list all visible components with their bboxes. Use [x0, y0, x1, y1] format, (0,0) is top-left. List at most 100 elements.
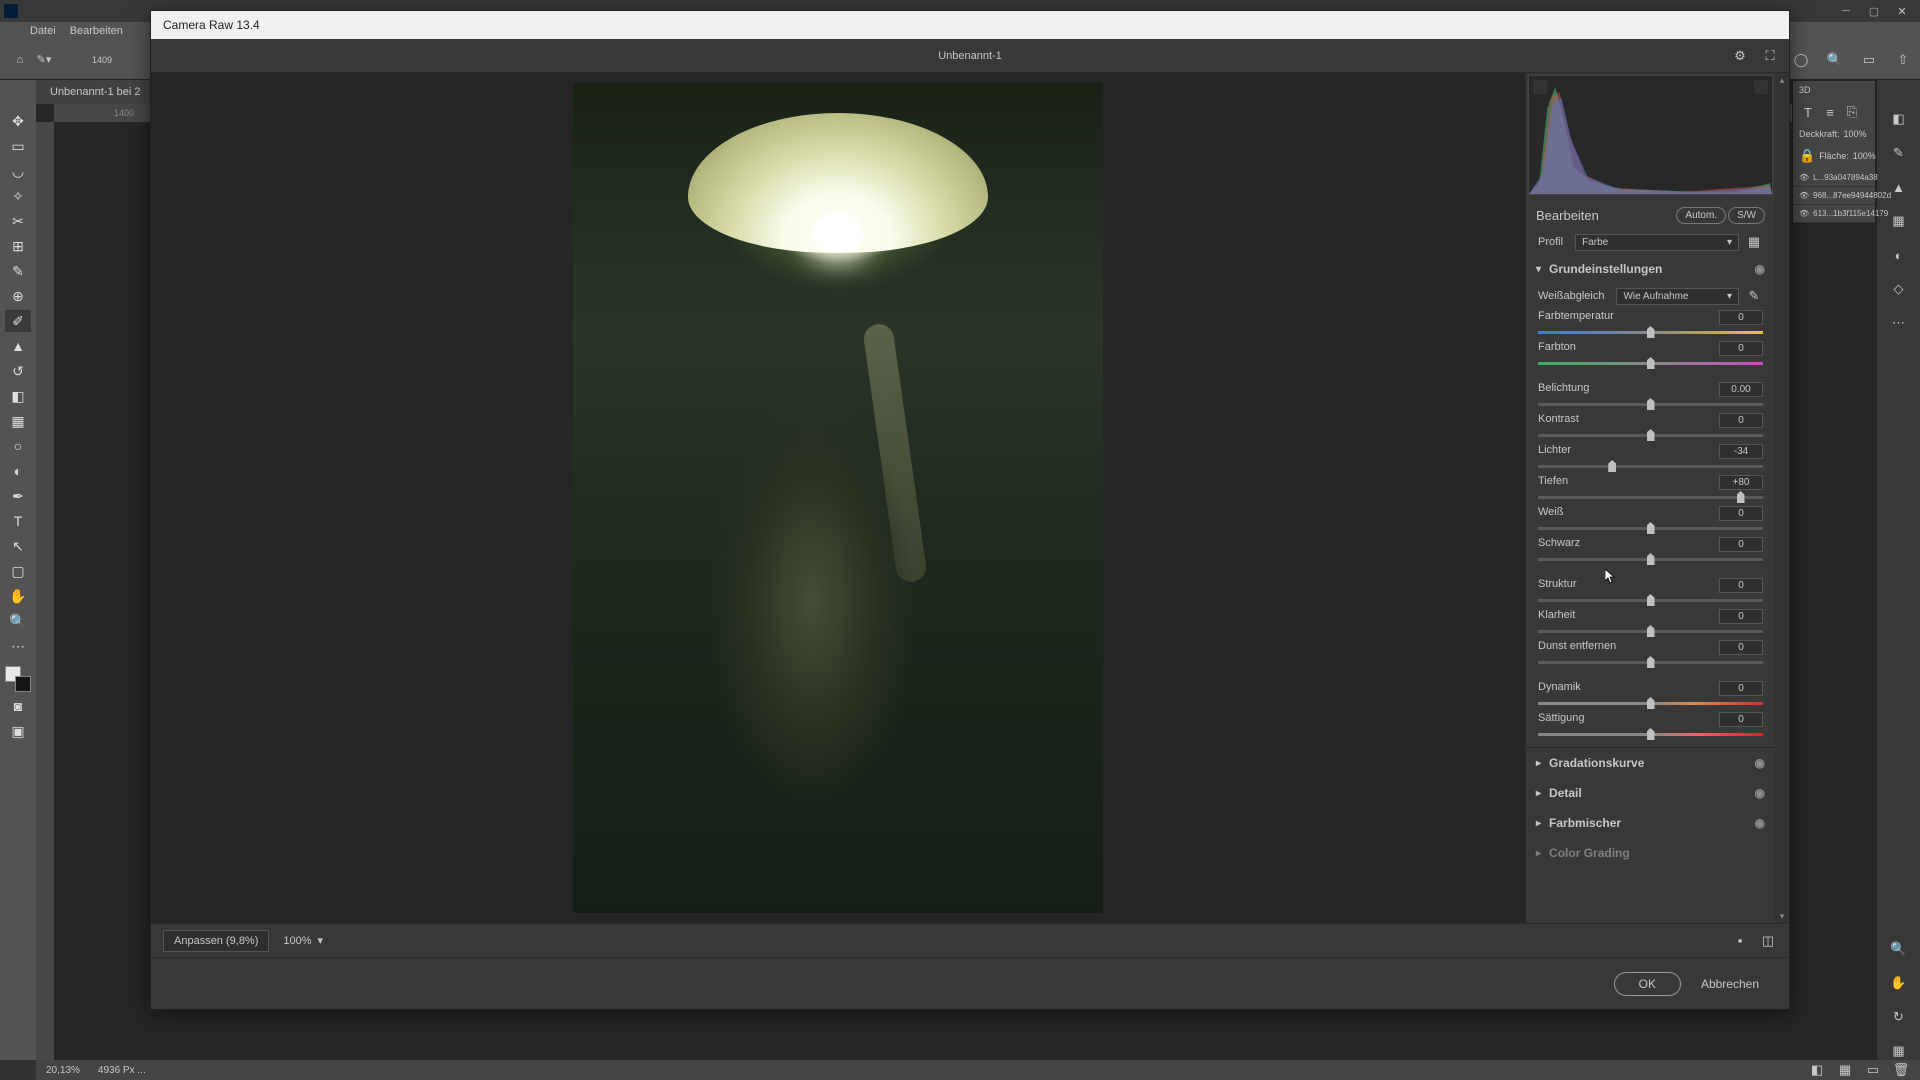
profile-browser-icon[interactable]: ▦ — [1745, 233, 1763, 251]
before-after-icon[interactable]: ◫ — [1759, 932, 1777, 950]
brush-tool[interactable]: ✐ — [5, 310, 31, 332]
zoom-level[interactable]: 100% — [283, 935, 311, 947]
menu-edit[interactable]: Bearbeiten — [70, 25, 123, 37]
section-visibility-icon[interactable]: ◉ — [1755, 786, 1765, 800]
status-icon[interactable]: 🗑 — [1892, 1061, 1910, 1079]
layer-item[interactable]: 👁613...1b3f115e14179 — [1793, 205, 1875, 223]
tool-preset-button[interactable]: ✎▾ — [32, 48, 56, 72]
blur-tool[interactable]: ○ — [5, 435, 31, 457]
hand-panel-icon[interactable]: ✋ — [1890, 974, 1908, 992]
edit-panel-scrollbar[interactable]: ▴ ▾ — [1775, 73, 1789, 923]
vibrance-slider[interactable]: Dynamik0 — [1526, 679, 1775, 710]
section-visibility-icon[interactable]: ◉ — [1755, 816, 1765, 830]
hand-tool[interactable]: ✋ — [5, 585, 31, 607]
dehaze-slider[interactable]: Dunst entfernen0 — [1526, 638, 1775, 669]
cloud-docs-icon[interactable]: ◯ — [1792, 51, 1810, 69]
search-icon[interactable]: 🔍 — [1826, 51, 1844, 69]
zoom-tool[interactable]: 🔍 — [5, 610, 31, 632]
quickmask-button[interactable]: ◙ — [5, 695, 31, 717]
window-close-button[interactable]: ✕ — [1888, 2, 1916, 20]
frame-tool[interactable]: ⊞ — [5, 235, 31, 257]
acr-prefs-icon[interactable]: ⚙ — [1731, 47, 1749, 65]
pen-tool[interactable]: ✒ — [5, 485, 31, 507]
status-zoom[interactable]: 20,13% — [46, 1065, 80, 1076]
grid-panel-icon[interactable]: ▦ — [1890, 1042, 1908, 1060]
whitebalance-dropdown[interactable]: Wie Aufnahme▾ — [1616, 288, 1739, 305]
crop-tool[interactable]: ✂ — [5, 210, 31, 232]
curve-section-header[interactable]: ▸ Gradationskurve ◉ — [1526, 748, 1775, 778]
bw-button[interactable]: S/W — [1728, 207, 1765, 224]
layers-panel-icon[interactable]: ▦ — [1890, 212, 1908, 230]
screenmode-button[interactable]: ▣ — [5, 720, 31, 742]
lasso-tool[interactable]: ◡ — [5, 160, 31, 182]
acr-preview-area[interactable] — [151, 73, 1525, 923]
single-view-icon[interactable]: ▪ — [1731, 932, 1749, 950]
shape-tool[interactable]: ▢ — [5, 560, 31, 582]
rotate-panel-icon[interactable]: ↻ — [1890, 1008, 1908, 1026]
contrast-slider[interactable]: Kontrast0 — [1526, 411, 1775, 442]
clarity-slider[interactable]: Klarheit0 — [1526, 607, 1775, 638]
window-maximize-button[interactable]: ▢ — [1860, 2, 1888, 20]
healing-tool[interactable]: ⊕ — [5, 285, 31, 307]
basic-section-header[interactable]: ▾ Grundeinstellungen ◉ — [1526, 254, 1775, 284]
whites-slider[interactable]: Weiß0 — [1526, 504, 1775, 535]
home-button[interactable]: ⌂ — [8, 48, 32, 72]
brush-panel-icon[interactable]: ✎ — [1890, 144, 1908, 162]
auto-button[interactable]: Autom. — [1676, 207, 1726, 224]
eyedropper-tool[interactable]: ✎ — [5, 260, 31, 282]
tab-3d[interactable]: 3D — [1799, 85, 1811, 95]
layer-item[interactable]: 👁L...93a047894a38 — [1793, 169, 1875, 187]
gradient-tool[interactable]: ▦ — [5, 410, 31, 432]
eyedropper-icon[interactable]: ✎ — [1745, 287, 1763, 305]
marquee-tool[interactable]: ▭ — [5, 135, 31, 157]
zoom-panel-icon[interactable]: 🔍 — [1890, 940, 1908, 958]
adjustments-panel-icon[interactable]: ◧ — [1890, 110, 1908, 128]
channels-panel-icon[interactable]: ◐ — [1890, 246, 1908, 264]
saturation-slider[interactable]: Sättigung0 — [1526, 710, 1775, 741]
temperature-slider[interactable]: Farbtemperatur0 — [1526, 308, 1775, 339]
highlights-slider[interactable]: Lichter-34 — [1526, 442, 1775, 473]
window-minimize-button[interactable]: ─ — [1832, 2, 1860, 20]
detail-section-header[interactable]: ▸ Detail ◉ — [1526, 778, 1775, 808]
color-grading-section-header[interactable]: ▸ Color Grading — [1526, 838, 1775, 868]
profile-dropdown[interactable]: Farbe▾ — [1575, 234, 1739, 251]
type-tool[interactable]: T — [5, 510, 31, 532]
cancel-button[interactable]: Abbrechen — [1701, 977, 1759, 991]
opacity-value[interactable]: 100% — [1844, 129, 1867, 139]
fit-zoom-control[interactable]: Anpassen (9,8%) — [163, 930, 269, 952]
exposure-slider[interactable]: Belichtung0.00 — [1526, 380, 1775, 411]
section-visibility-icon[interactable]: ◉ — [1755, 756, 1765, 770]
blacks-slider[interactable]: Schwarz0 — [1526, 535, 1775, 566]
dodge-tool[interactable]: ◐ — [5, 460, 31, 482]
ok-button[interactable]: OK — [1614, 972, 1681, 996]
lock-icon[interactable]: 🔒 — [1799, 147, 1815, 165]
status-icon[interactable]: ▭ — [1864, 1061, 1882, 1079]
history-brush-tool[interactable]: ↺ — [5, 360, 31, 382]
shadows-slider[interactable]: Tiefen+80 — [1526, 473, 1775, 504]
status-icon[interactable]: ◧ — [1808, 1061, 1826, 1079]
scroll-down-icon[interactable]: ▾ — [1775, 909, 1789, 923]
highlight-clip-warning-icon[interactable] — [1754, 80, 1768, 94]
background-color-swatch[interactable] — [15, 676, 31, 692]
properties-panel-icon[interactable]: ⋯ — [1890, 314, 1908, 332]
acr-fullscreen-icon[interactable]: ⛶ — [1761, 47, 1779, 65]
workspace-icon[interactable]: ▭ — [1860, 51, 1878, 69]
shadow-clip-warning-icon[interactable] — [1533, 80, 1547, 94]
dialog-titlebar[interactable]: Camera Raw 13.4 — [151, 11, 1789, 39]
clone-panel-icon[interactable]: ▲ — [1890, 178, 1908, 196]
document-tab[interactable]: Unbenannt-1 bei 2 — [36, 80, 156, 104]
color-mixer-section-header[interactable]: ▸ Farbmischer ◉ — [1526, 808, 1775, 838]
wand-tool[interactable]: ✧ — [5, 185, 31, 207]
move-tool[interactable]: ✥ — [5, 110, 31, 132]
fill-value[interactable]: 100% — [1853, 151, 1876, 161]
paths-panel-icon[interactable]: ◇ — [1890, 280, 1908, 298]
histogram[interactable] — [1528, 75, 1773, 195]
tint-slider[interactable]: Farbton0 — [1526, 339, 1775, 370]
menu-file[interactable]: Datei — [30, 25, 56, 37]
eraser-tool[interactable]: ◧ — [5, 385, 31, 407]
color-swatches[interactable] — [5, 666, 31, 692]
layer-item[interactable]: 👁968...87ee94944802d — [1793, 187, 1875, 205]
texture-slider[interactable]: Struktur0 — [1526, 576, 1775, 607]
edit-toolbar-button[interactable]: ⋯ — [5, 635, 31, 657]
scroll-up-icon[interactable]: ▴ — [1775, 73, 1789, 87]
